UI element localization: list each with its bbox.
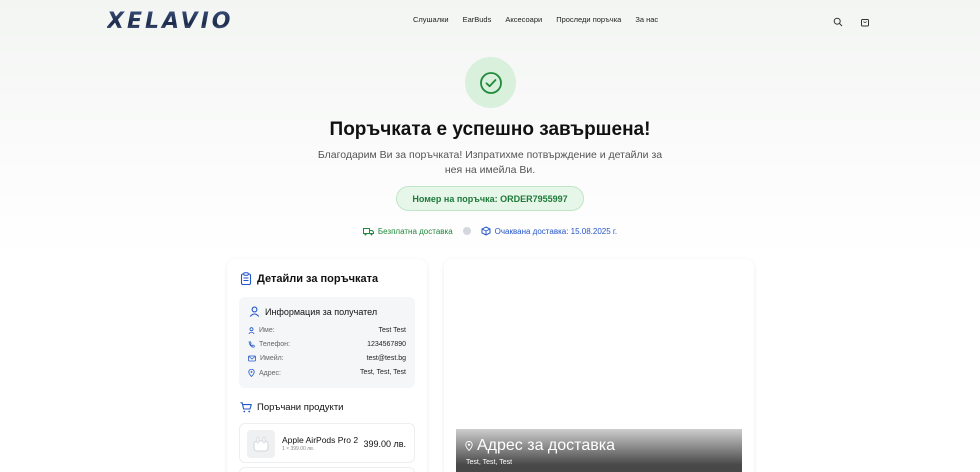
ordered-products-heading: Поръчани продукти — [240, 402, 343, 413]
recipient-address-row: Адрес: Test, Test, Test — [248, 369, 406, 377]
expected-delivery: Очаквана доставка: 15.08.2025 г. — [481, 226, 617, 236]
nav-link-earbuds[interactable]: EarBuds — [463, 15, 492, 24]
nav-link-about[interactable]: За нас — [635, 15, 658, 24]
free-delivery-label: Безплатна доставка — [377, 226, 453, 236]
user-icon — [249, 306, 260, 317]
nav-link-accessories[interactable]: Аксесоари — [505, 15, 542, 24]
order-details-title: Детайли за поръчката — [257, 272, 379, 285]
delivery-address-title: Адрес за доставка — [477, 437, 615, 454]
recipient-info-title: Информация за получател — [265, 306, 378, 317]
ordered-products-title: Поръчани продукти — [257, 402, 344, 413]
main-nav: Слушалки EarBuds Аксесоари Проследи поръ… — [413, 15, 658, 24]
search-icon[interactable] — [833, 14, 843, 27]
logo[interactable]: XELAVIO — [107, 9, 233, 34]
free-delivery: Безплатна доставка — [362, 226, 453, 236]
phone-icon — [248, 341, 255, 348]
recipient-info-panel: Информация за получател Име: Test Test Т… — [239, 297, 415, 388]
shopping-cart-icon — [240, 402, 252, 413]
recipient-name-row: Име: Test Test — [248, 327, 406, 334]
site-header: XELAVIO Слушалки EarBuds Аксесоари Просл… — [0, 0, 980, 40]
package-icon — [481, 226, 491, 236]
mail-icon — [248, 355, 256, 362]
delivery-address-card: Адрес за доставка Test, Test, Test — [444, 259, 754, 472]
expected-delivery-label: Очаквана доставка: 15.08.2025 г. — [494, 226, 618, 236]
recipient-address-value: Test, Test, Test — [359, 369, 406, 376]
delivery-address-text: Test, Test, Test — [466, 459, 513, 466]
airpods-image-icon — [253, 436, 269, 452]
user-icon — [248, 327, 255, 334]
product-price: 399.00 лв. — [363, 439, 406, 449]
success-badge — [465, 57, 516, 108]
product-thumbnail — [247, 430, 275, 458]
recipient-phone-row: Телефон: 1234567890 — [248, 341, 406, 348]
confirmation-message: Благодарим Ви за поръчката! Изпратихме п… — [317, 149, 663, 176]
delivery-address-heading: Адрес за доставка — [465, 437, 615, 455]
order-details-heading: Детайли за поръчката — [240, 272, 378, 285]
recipient-email-row: Имейл: test@test.bg — [248, 355, 406, 362]
recipient-name-value: Test Test — [378, 327, 407, 334]
clipboard-icon — [240, 272, 252, 285]
separator-dot — [462, 227, 471, 235]
recipient-address-label: Адрес: — [259, 369, 281, 377]
order-product-item-partial[interactable] — [239, 467, 415, 472]
nav-link-track-order[interactable]: Проследи поръчка — [556, 15, 621, 24]
truck-icon — [362, 227, 374, 235]
recipient-phone-value: 1234567890 — [367, 341, 406, 348]
recipient-email-value: test@test.bg — [366, 355, 406, 362]
order-details-card: Детайли за поръчката Информация за получ… — [227, 259, 427, 472]
check-circle-icon — [479, 71, 502, 94]
cart-icon[interactable] — [860, 14, 870, 27]
pin-icon — [248, 369, 255, 377]
order-number-badge: Номер на поръчка: ORDER7955997 — [396, 186, 584, 211]
recipient-info-heading: Информация за получател — [249, 306, 377, 317]
delivery-info-row: Безплатна доставка Очаквана доставка: 15… — [0, 226, 980, 236]
product-quantity: 1 × 399.00 лв. — [282, 446, 315, 452]
order-product-item[interactable]: Apple AirPods Pro 2 1 × 399.00 лв. 399.0… — [239, 423, 415, 463]
page-title: Поръчката е успешно завършена! — [329, 119, 651, 140]
pin-icon — [465, 441, 473, 451]
recipient-phone-label: Телефон: — [259, 341, 290, 348]
recipient-name-label: Име: — [259, 327, 275, 334]
nav-link-headphones[interactable]: Слушалки — [413, 15, 449, 24]
recipient-email-label: Имейл: — [260, 355, 284, 362]
product-name: Apple AirPods Pro 2 — [282, 435, 359, 445]
